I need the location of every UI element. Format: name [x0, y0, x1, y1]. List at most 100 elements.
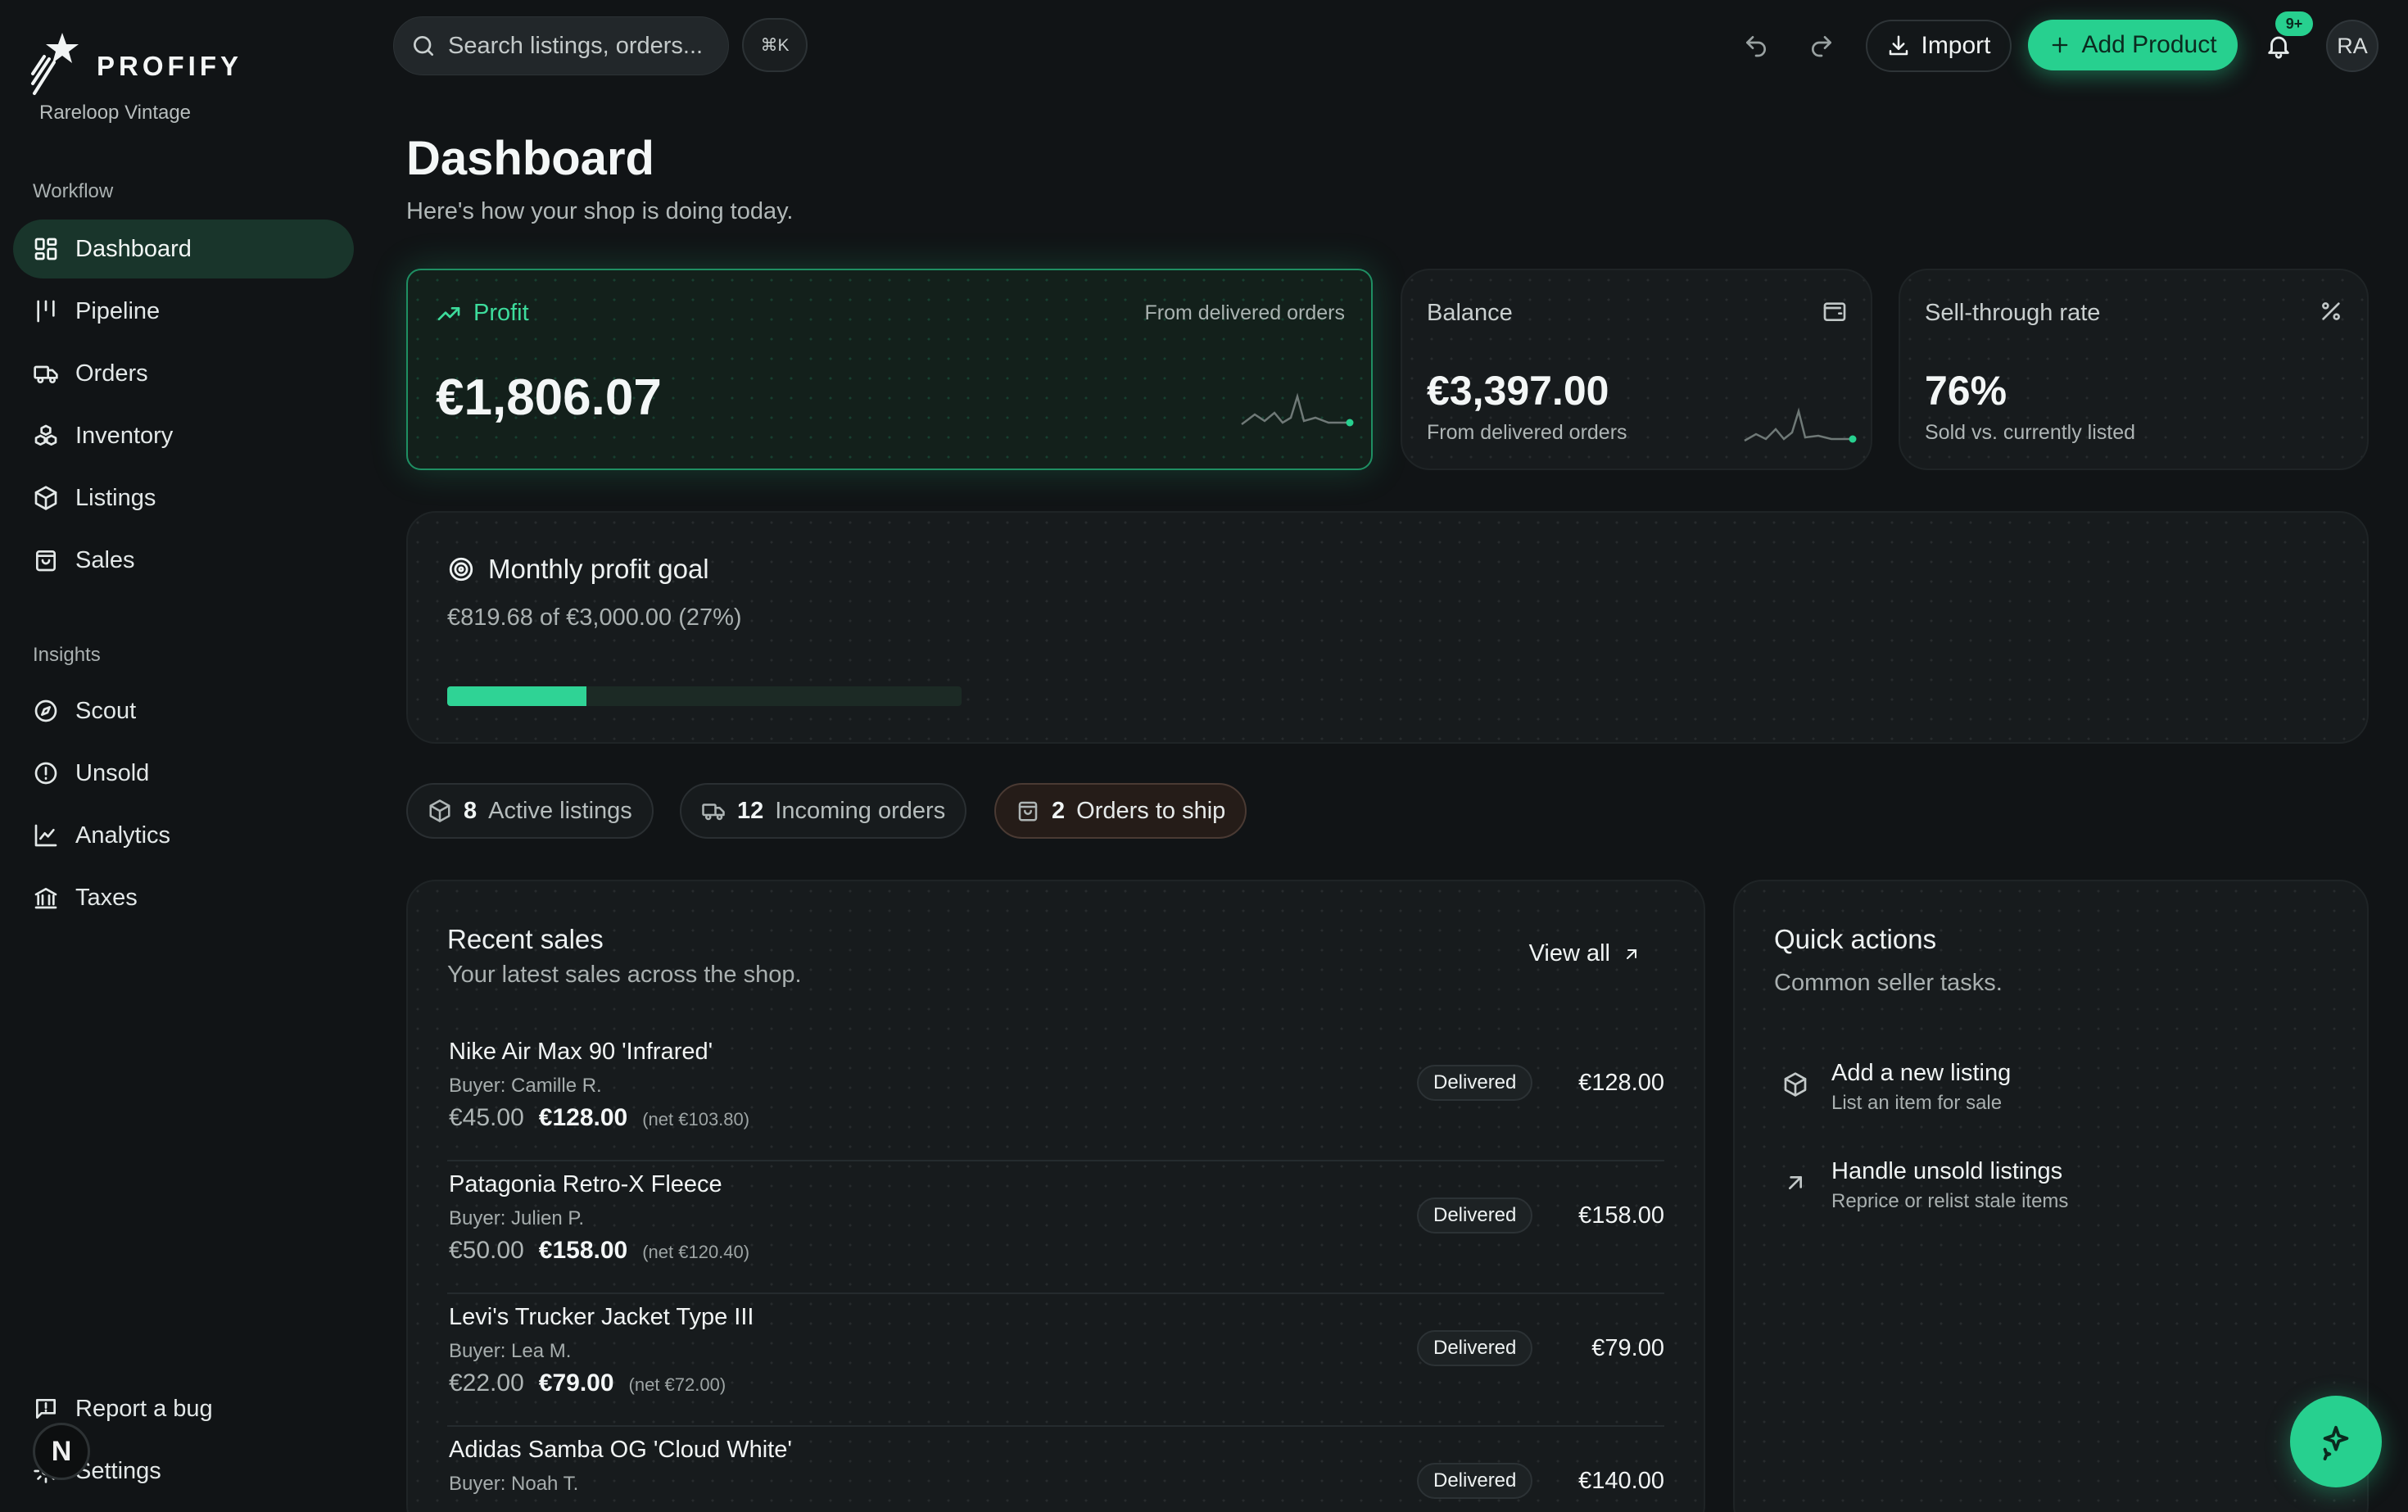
sale-net: (net €72.00): [628, 1374, 726, 1395]
bell-icon: [2268, 36, 2289, 59]
sidebar-item-sales[interactable]: Sales: [13, 531, 354, 590]
add-product-label: Add Product: [2081, 31, 2217, 58]
table-row[interactable]: Levi's Trucker Jacket Type III Buyer: Le…: [447, 1294, 1664, 1427]
quick-action-unsold[interactable]: Handle unsold listings Reprice or relist…: [1782, 1158, 2068, 1213]
sale-item-name: Levi's Trucker Jacket Type III: [449, 1304, 754, 1330]
table-row[interactable]: Adidas Samba OG 'Cloud White' Buyer: Noa…: [447, 1427, 1664, 1512]
chart-line-icon: [34, 824, 57, 847]
brand-logo[interactable]: PROFIFY: [29, 29, 242, 97]
add-product-button[interactable]: Add Product: [2028, 20, 2238, 70]
sell-through-value: 76%: [1925, 368, 2007, 414]
report-icon: [36, 1399, 56, 1419]
page-subtitle: Here's how your shop is doing today.: [406, 198, 794, 224]
sidebar-item-label: Pipeline: [75, 297, 161, 324]
sidebar-item-pipeline[interactable]: Pipeline: [13, 282, 354, 341]
star-logo-icon: [31, 33, 79, 95]
view-all-label: View all: [1528, 940, 1610, 967]
sidebar-item-label: Report a bug: [75, 1395, 213, 1422]
sell-through-card: Sell-through rate 76% Sold vs. currently…: [1899, 269, 2369, 470]
quick-actions-title: Quick actions: [1774, 924, 1937, 954]
status-badge: Delivered: [1417, 1197, 1533, 1234]
sidebar-item-unsold[interactable]: Unsold: [13, 744, 354, 803]
balance-sparkline: [1744, 407, 1857, 443]
sidebar-item-inventory[interactable]: Inventory: [13, 406, 354, 465]
brand-name: PROFIFY: [97, 51, 243, 81]
download-icon: [1890, 35, 1908, 56]
import-button[interactable]: Import: [1866, 20, 2012, 72]
search-icon: [413, 36, 433, 56]
undo-button[interactable]: [1733, 23, 1779, 69]
goal-progress-fill: [447, 686, 586, 706]
sidebar-item-orders[interactable]: Orders: [13, 344, 354, 403]
recent-sales-subtitle: Your latest sales across the shop.: [447, 962, 802, 988]
orders-to-ship-pill[interactable]: 2 Orders to ship: [994, 783, 1247, 839]
ai-assistant-button[interactable]: [2290, 1396, 2382, 1487]
quick-actions-subtitle: Common seller tasks.: [1774, 970, 2003, 996]
quick-action-title: Add a new listing: [1831, 1060, 2012, 1086]
sidebar-item-label: Scout: [75, 697, 137, 724]
sidebar-item-label: Dashboard: [75, 235, 192, 262]
search-input[interactable]: [448, 32, 718, 60]
sale-prices: €45.00 €128.00 (net €103.80): [449, 1104, 749, 1132]
incoming-orders-pill[interactable]: 12 Incoming orders: [680, 783, 967, 839]
target-icon: [449, 557, 473, 582]
arrow-up-right-icon: [1789, 1176, 1802, 1189]
profit-sparkline: [1241, 392, 1354, 427]
dashboard-icon: [34, 238, 57, 260]
recent-sales-card: Recent sales Your latest sales across th…: [406, 880, 1705, 1512]
table-row[interactable]: Nike Air Max 90 'Infrared' Buyer: Camill…: [447, 1029, 1664, 1161]
sale-net: (net €120.40): [642, 1242, 750, 1262]
sale-amount: €140.00: [1578, 1468, 1664, 1494]
sidebar-item-label: Inventory: [75, 422, 174, 449]
sale-price: €158.00: [538, 1237, 628, 1264]
help-launcher-button[interactable]: N: [33, 1423, 90, 1480]
pill-count: 12: [737, 797, 764, 824]
quick-action-sub: List an item for sale: [1831, 1092, 2003, 1114]
pipeline-icon: [37, 300, 55, 323]
redo-button[interactable]: [1799, 23, 1844, 69]
status-badge: Delivered: [1417, 1065, 1533, 1101]
truck-icon: [702, 804, 725, 821]
sidebar-item-dashboard[interactable]: Dashboard: [13, 220, 354, 278]
quick-action-title: Handle unsold listings: [1831, 1158, 2063, 1184]
alert-circle-icon: [34, 762, 57, 785]
sale-net: (net €103.80): [642, 1109, 750, 1129]
quick-action-add-listing[interactable]: Add a new listing List an item for sale: [1782, 1060, 2011, 1115]
page-title: Dashboard: [406, 132, 654, 185]
recent-sales-title: Recent sales: [447, 924, 604, 954]
sidebar-item-label: Settings: [75, 1457, 161, 1484]
sale-prices: €22.00 €79.00 (net €72.00): [449, 1369, 726, 1397]
sidebar-item-label: Listings: [75, 484, 156, 511]
import-label: Import: [1921, 32, 1991, 59]
sale-buyer: Buyer: Julien P.: [449, 1207, 584, 1229]
sale-cost: €45.00: [449, 1104, 524, 1131]
sidebar-item-label: Taxes: [75, 884, 138, 911]
arrow-up-right-icon: [1627, 948, 1636, 959]
balance-label: Balance: [1427, 300, 1513, 326]
sale-item-name: Adidas Samba OG 'Cloud White': [449, 1437, 792, 1463]
goal-summary: €819.68 of €3,000.00 (27%): [447, 604, 742, 631]
pill-count: 2: [1052, 797, 1066, 824]
command-shortcut-button[interactable]: ⌘K: [742, 18, 808, 72]
sale-item-name: Patagonia Retro-X Fleece: [449, 1171, 722, 1197]
profit-label-text: Profit: [473, 300, 529, 326]
trending-up-icon: [437, 306, 460, 320]
sale-cost: €22.00: [449, 1369, 524, 1397]
sidebar-item-analytics[interactable]: Analytics: [13, 806, 354, 865]
sidebar-item-listings[interactable]: Listings: [13, 469, 354, 527]
sidebar-item-taxes[interactable]: Taxes: [13, 868, 354, 927]
view-all-link[interactable]: View all: [1529, 940, 1641, 967]
quick-actions-card: Quick actions Common seller tasks. Add a…: [1733, 880, 2369, 1512]
sidebar-item-scout[interactable]: Scout: [13, 681, 354, 740]
balance-value: €3,397.00: [1427, 368, 1609, 414]
search-bar[interactable]: [393, 16, 729, 75]
goal-progress-bar: [447, 686, 962, 706]
table-row[interactable]: Patagonia Retro-X Fleece Buyer: Julien P…: [447, 1161, 1664, 1294]
bag-icon: [36, 550, 56, 572]
pill-count: 8: [464, 797, 478, 824]
avatar[interactable]: RA: [2326, 20, 2379, 72]
sidebar-item-label: Analytics: [75, 822, 171, 849]
sale-item-name: Nike Air Max 90 'Infrared': [449, 1039, 713, 1065]
active-listings-pill[interactable]: 8 Active listings: [406, 783, 654, 839]
profit-label: Profit: [436, 300, 529, 327]
